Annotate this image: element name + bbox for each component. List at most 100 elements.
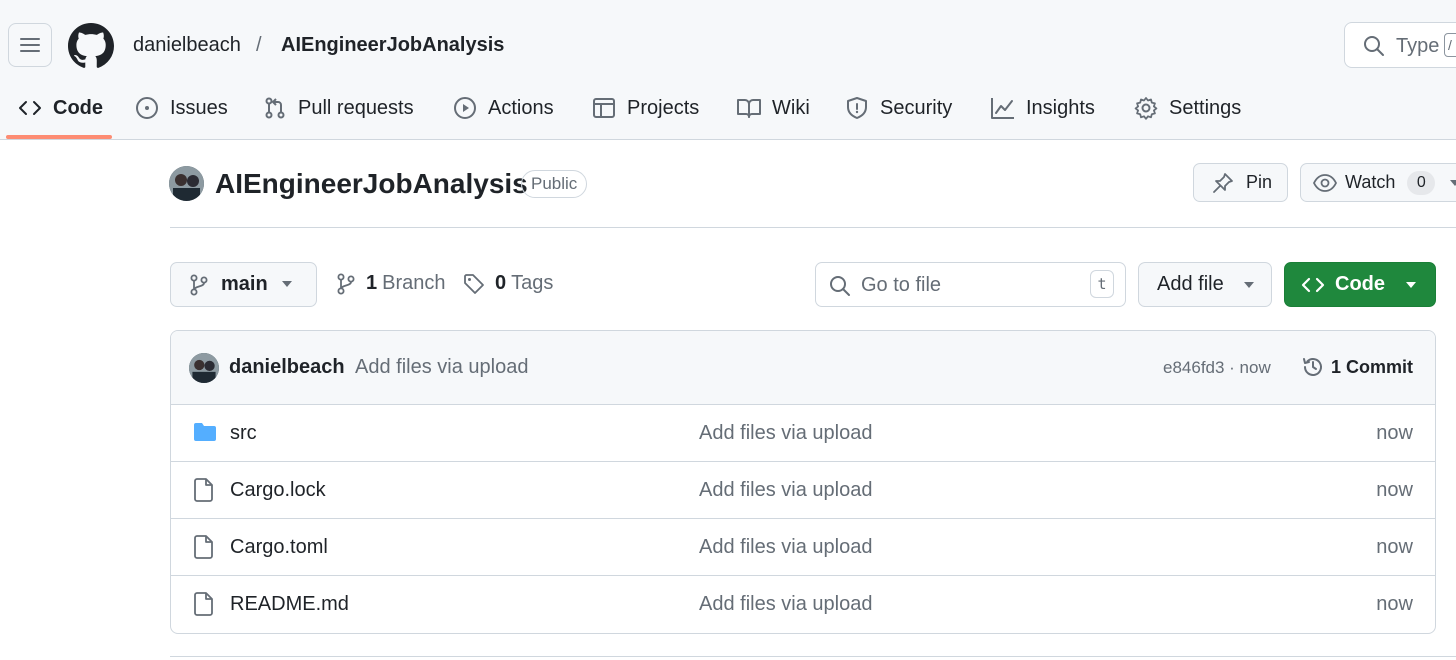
- file-name[interactable]: Cargo.toml: [230, 536, 328, 559]
- repo-owner-avatar[interactable]: [169, 166, 204, 201]
- file-icon: [194, 592, 213, 616]
- branch-icon: [190, 274, 208, 295]
- table-icon: [591, 95, 617, 121]
- history-icon: [1303, 358, 1322, 376]
- tab-label: Wiki: [772, 96, 810, 119]
- play-icon: [452, 95, 478, 121]
- latest-commit-bar: danielbeach Add files via upload e846fd3…: [171, 331, 1435, 405]
- search-icon: [830, 276, 850, 296]
- file-commit-message[interactable]: Add files via upload: [699, 479, 872, 502]
- go-to-file-input[interactable]: Go to file: [815, 262, 1126, 307]
- branch-selector[interactable]: main: [170, 262, 317, 307]
- chevron-down-icon: [1406, 282, 1416, 288]
- pin-button[interactable]: Pin: [1193, 163, 1288, 202]
- file-commit-message[interactable]: Add files via upload: [699, 422, 872, 445]
- go-to-file-shortcut: t: [1090, 270, 1114, 298]
- file-commit-time: now: [1376, 593, 1413, 615]
- book-icon: [736, 95, 762, 121]
- hamburger-icon: [20, 38, 40, 52]
- tab-label: Pull requests: [298, 96, 414, 119]
- menu-button[interactable]: [8, 23, 52, 67]
- tab-insights[interactable]: Insights: [990, 88, 1095, 128]
- pin-label: Pin: [1246, 172, 1273, 192]
- header-divider: [170, 227, 1456, 228]
- repo-title[interactable]: AIEngineerJobAnalysis: [215, 167, 528, 201]
- github-logo-icon[interactable]: [68, 23, 114, 69]
- file-list: danielbeach Add files via upload e846fd3…: [170, 330, 1436, 634]
- add-file-button[interactable]: Add file: [1138, 262, 1272, 307]
- branch-icon: [337, 273, 355, 294]
- pull-request-icon: [262, 95, 288, 121]
- tag-icon: [464, 273, 484, 294]
- readme-box-edge: [170, 656, 1456, 660]
- search-shortcut: /: [1444, 33, 1456, 57]
- file-commit-message[interactable]: Add files via upload: [699, 593, 872, 616]
- gear-icon: [1133, 95, 1159, 121]
- tab-label: Code: [53, 96, 103, 119]
- file-commit-time: now: [1376, 536, 1413, 558]
- commit-author[interactable]: danielbeach: [229, 356, 345, 379]
- visibility-badge: Public: [521, 170, 588, 198]
- search-icon: [1364, 36, 1384, 56]
- file-commit-message[interactable]: Add files via upload: [699, 536, 872, 559]
- tab-label: Security: [880, 96, 953, 119]
- breadcrumb-owner[interactable]: danielbeach: [133, 33, 241, 57]
- branch-count-label: Branch: [382, 272, 446, 294]
- go-to-file-placeholder: Go to file: [861, 274, 942, 296]
- tab-issues[interactable]: Issues: [134, 88, 228, 128]
- tab-label: Projects: [627, 96, 700, 119]
- tab-projects[interactable]: Projects: [591, 88, 699, 128]
- graph-icon: [990, 95, 1016, 121]
- watch-button[interactable]: Watch 0: [1300, 163, 1456, 202]
- commit-hash-time[interactable]: e846fd3 · now: [1163, 358, 1271, 378]
- commit-count-label: 1 Commit: [1331, 356, 1414, 377]
- file-icon: [194, 478, 213, 502]
- table-row[interactable]: Cargo.lock Add files via upload now: [171, 462, 1435, 519]
- tab-label: Actions: [488, 96, 554, 119]
- branches-link[interactable]: 1 Branch: [336, 272, 446, 295]
- code-button[interactable]: Code: [1284, 262, 1436, 307]
- active-tab-indicator: [6, 135, 112, 139]
- file-commit-time: now: [1376, 479, 1413, 501]
- code-icon: [1301, 277, 1325, 292]
- global-header: danielbeach / AIEngineerJobAnalysis Type…: [0, 0, 1456, 140]
- commit-history-link[interactable]: 1 Commit: [1301, 355, 1413, 379]
- shield-icon: [844, 95, 870, 121]
- tab-actions[interactable]: Actions: [452, 88, 554, 128]
- issue-icon: [134, 95, 160, 121]
- file-icon: [194, 535, 213, 559]
- tab-settings[interactable]: Settings: [1133, 88, 1241, 128]
- watch-count: 0: [1407, 170, 1436, 195]
- breadcrumb-repo[interactable]: AIEngineerJobAnalysis: [281, 33, 504, 57]
- code-button-label: Code: [1335, 273, 1385, 295]
- tab-label: Issues: [170, 96, 228, 119]
- add-file-label: Add file: [1157, 273, 1224, 295]
- tab-label: Settings: [1169, 96, 1242, 119]
- branch-count: 1: [366, 272, 378, 294]
- table-row[interactable]: Cargo.toml Add files via upload now: [171, 519, 1435, 576]
- tags-link[interactable]: 0 Tags: [463, 272, 553, 295]
- folder-icon: [194, 423, 216, 441]
- tab-code[interactable]: Code: [17, 88, 103, 128]
- eye-icon: [1313, 173, 1337, 192]
- table-row[interactable]: README.md Add files via upload now: [171, 576, 1435, 633]
- table-row[interactable]: src Add files via upload now: [171, 405, 1435, 462]
- file-name[interactable]: src: [230, 422, 257, 445]
- file-commit-time: now: [1376, 422, 1413, 444]
- code-icon: [17, 95, 43, 121]
- tab-wiki[interactable]: Wiki: [736, 88, 810, 128]
- tab-security[interactable]: Security: [844, 88, 952, 128]
- chevron-down-icon: [282, 281, 292, 287]
- search-placeholder: Type: [1396, 35, 1440, 57]
- commit-message[interactable]: Add files via upload: [355, 356, 528, 379]
- search-input[interactable]: Type /: [1344, 22, 1456, 68]
- file-name[interactable]: Cargo.lock: [230, 479, 326, 502]
- tab-pull-requests[interactable]: Pull requests: [262, 88, 414, 128]
- tag-count-label: Tags: [511, 272, 554, 294]
- breadcrumb-separator: /: [256, 34, 262, 56]
- commit-author-avatar[interactable]: [189, 353, 219, 383]
- watch-label: Watch: [1345, 172, 1396, 192]
- chevron-down-icon: [1450, 179, 1456, 186]
- tab-label: Insights: [1026, 96, 1095, 119]
- file-name[interactable]: README.md: [230, 593, 349, 616]
